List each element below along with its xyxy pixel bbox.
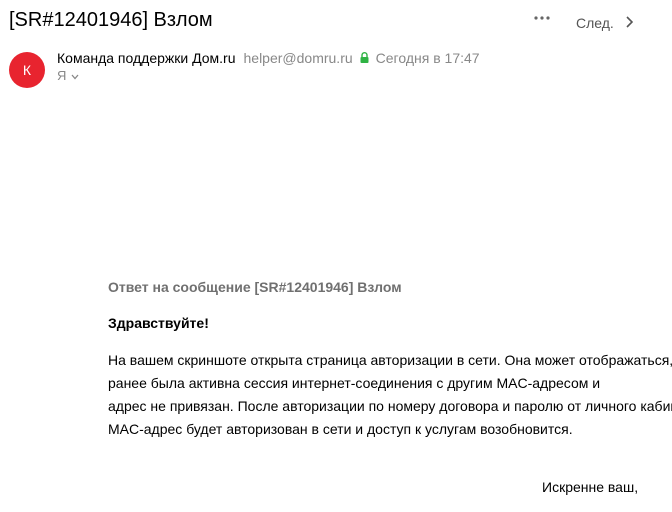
greeting: Здравствуйте! [108, 315, 209, 331]
next-message-label: След. [576, 15, 614, 31]
signoff: Искренне ваш, [542, 479, 639, 495]
message-subject: [SR#12401946] Взлом [9, 9, 213, 31]
body-paragraph-line: На вашем скриншоте открыта страница авто… [108, 352, 672, 368]
sent-date: Сегодня в 17:47 [375, 50, 480, 66]
next-message-button[interactable]: След. [576, 14, 633, 32]
recipient-toggle[interactable]: Я [57, 68, 79, 84]
recipient-label: Я [57, 68, 67, 83]
sender-email[interactable]: helper@domru.ru [244, 49, 353, 67]
body-paragraph-line: ранее была активна сессия интернет-соеди… [108, 375, 601, 391]
sender-info: Команда поддержки Дом.ru helper@domru.ru… [57, 49, 480, 67]
body-paragraph-line: MAC-адрес будет авторизован в сети и дос… [108, 421, 573, 437]
lock-icon [360, 49, 369, 67]
more-options-button[interactable] [533, 13, 551, 23]
sender-avatar[interactable]: К [9, 52, 45, 88]
chevron-down-icon [71, 68, 79, 84]
body-paragraph-line: адрес не привязан. После авторизации по … [108, 398, 672, 414]
more-dots-icon [534, 16, 550, 20]
chevron-right-icon [625, 14, 633, 32]
reply-heading: Ответ на сообщение [SR#12401946] Взлом [108, 279, 402, 295]
sender-name[interactable]: Команда поддержки Дом.ru [57, 49, 236, 67]
